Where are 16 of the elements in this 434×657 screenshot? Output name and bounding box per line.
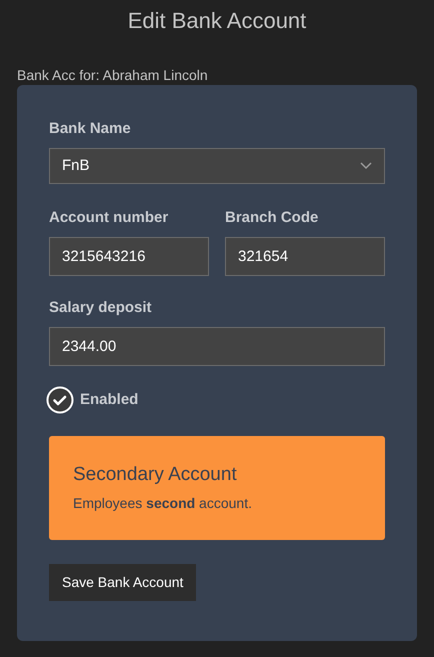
account-holder-text: Bank Acc for: Abraham Lincoln: [17, 66, 208, 85]
branch-code-field[interactable]: 321654: [225, 237, 385, 276]
page-title: Edit Bank Account: [126, 7, 308, 35]
checkbox-label: Enabled: [80, 390, 138, 410]
notice-text: Employees second account.: [73, 494, 253, 513]
field-label: Salary deposit: [49, 298, 153, 318]
field-label: Account number: [49, 208, 170, 228]
field-label: Branch Code: [225, 208, 320, 228]
notice-title: Secondary Account: [73, 463, 238, 487]
checked-checkbox-icon[interactable]: [46, 386, 74, 414]
salary-deposit-field[interactable]: 2344.00: [49, 327, 385, 366]
field-label: Bank Name: [49, 119, 132, 139]
chevron-down-icon: [360, 162, 372, 170]
account-number-field[interactable]: 3215643216: [49, 237, 209, 276]
bank-name-select[interactable]: FnB: [49, 148, 385, 184]
save-button[interactable]: Save Bank Account: [49, 564, 196, 601]
